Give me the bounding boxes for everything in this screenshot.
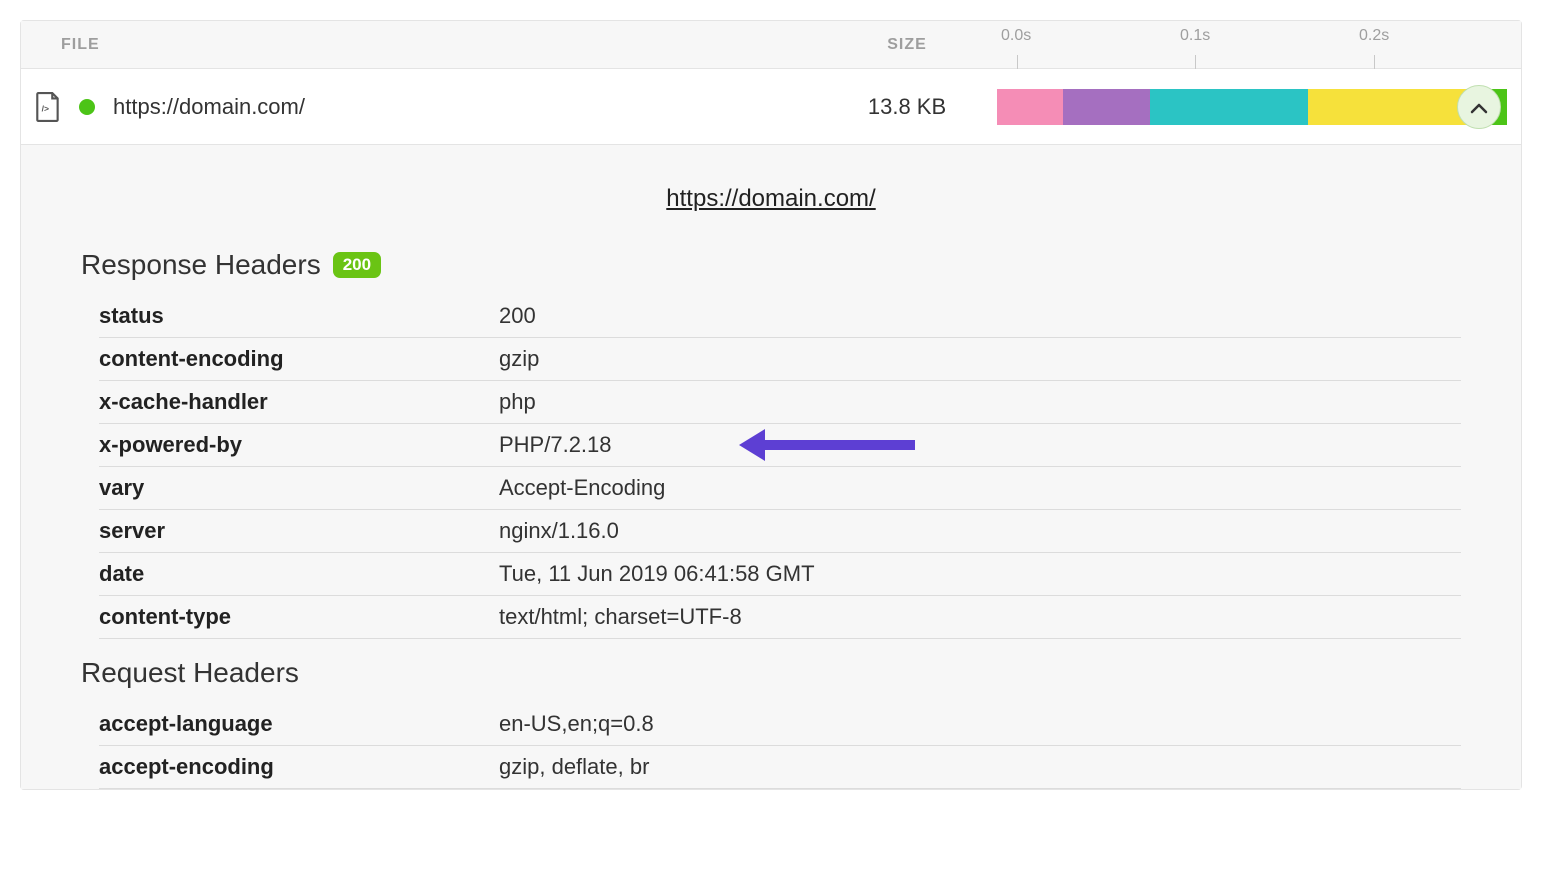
tick-label: 0.1s: [1180, 27, 1210, 45]
header-value: gzip, deflate, br: [499, 754, 1461, 780]
header-row: content-typetext/html; charset=UTF-8: [99, 596, 1461, 639]
header-key: server: [99, 518, 499, 544]
header-key: x-powered-by: [99, 432, 499, 458]
header-row: varyAccept-Encoding: [99, 467, 1461, 510]
header-row: accept-encodinggzip, deflate, br: [99, 746, 1461, 789]
header-timeline: 0.0s 0.1s 0.2s: [997, 21, 1507, 69]
svg-text:/>: />: [42, 103, 49, 113]
header-value: Accept-Encoding: [499, 475, 1461, 501]
table-row[interactable]: /> https://domain.com/ 13.8 KB: [21, 69, 1521, 145]
arrow-head-icon: [739, 429, 765, 461]
file-size: 13.8 KB: [817, 94, 997, 120]
timing-segment: [1150, 89, 1308, 125]
header-row: accept-languageen-US,en;q=0.8: [99, 703, 1461, 746]
header-value: nginx/1.16.0: [499, 518, 1461, 544]
tick-mark: [1374, 55, 1375, 69]
section-title-text: Request Headers: [81, 657, 299, 689]
header-row: dateTue, 11 Jun 2019 06:41:58 GMT: [99, 553, 1461, 596]
header-value: 200: [499, 303, 1461, 329]
status-badge: 200: [333, 252, 381, 278]
header-row: status200: [99, 295, 1461, 338]
waterfall-bar: [997, 89, 1507, 125]
timeline-bar: [997, 69, 1507, 145]
section-title-text: Response Headers: [81, 249, 321, 281]
file-cell: /> https://domain.com/: [35, 92, 817, 122]
status-dot-icon: [79, 99, 95, 115]
header-value: PHP/7.2.18: [499, 432, 1461, 458]
tick-label: 0.2s: [1359, 27, 1389, 45]
timing-segment: [997, 89, 1063, 125]
tick-mark: [1017, 55, 1018, 69]
header-key: status: [99, 303, 499, 329]
header-row: x-cache-handlerphp: [99, 381, 1461, 424]
header-key: date: [99, 561, 499, 587]
header-file: FILE: [35, 36, 817, 54]
header-value: Tue, 11 Jun 2019 06:41:58 GMT: [499, 561, 1461, 587]
request-panel: FILE SIZE 0.0s 0.1s 0.2s /> https://doma…: [20, 20, 1522, 790]
document-icon: />: [35, 92, 61, 122]
header-size: SIZE: [817, 36, 997, 54]
header-key: x-cache-handler: [99, 389, 499, 415]
table-header: FILE SIZE 0.0s 0.1s 0.2s: [21, 21, 1521, 69]
tick-mark: [1195, 55, 1196, 69]
chevron-up-icon: [1470, 94, 1488, 120]
header-key: accept-language: [99, 711, 499, 737]
header-key: content-type: [99, 604, 499, 630]
header-value: en-US,en;q=0.8: [499, 711, 1461, 737]
response-headers-title: Response Headers 200: [81, 249, 1461, 281]
detail-url[interactable]: https://domain.com/: [81, 185, 1461, 213]
header-row: x-powered-byPHP/7.2.18: [99, 424, 1461, 467]
header-value: php: [499, 389, 1461, 415]
header-key: accept-encoding: [99, 754, 499, 780]
collapse-button[interactable]: [1457, 85, 1501, 129]
file-url: https://domain.com/: [113, 94, 305, 120]
header-row: servernginx/1.16.0: [99, 510, 1461, 553]
request-headers-title: Request Headers: [81, 657, 1461, 689]
tick-label: 0.0s: [1001, 27, 1031, 45]
timing-segment: [1063, 89, 1150, 125]
annotation-arrow: [739, 429, 915, 461]
details-section: https://domain.com/ Response Headers 200…: [21, 145, 1521, 789]
response-headers-table: status200content-encodinggzipx-cache-han…: [99, 295, 1461, 639]
header-value: gzip: [499, 346, 1461, 372]
header-key: content-encoding: [99, 346, 499, 372]
arrow-line: [765, 440, 915, 450]
header-value: text/html; charset=UTF-8: [499, 604, 1461, 630]
header-key: vary: [99, 475, 499, 501]
header-row: content-encodinggzip: [99, 338, 1461, 381]
request-headers-table: accept-languageen-US,en;q=0.8accept-enco…: [99, 703, 1461, 789]
timing-segment: [1308, 89, 1466, 125]
